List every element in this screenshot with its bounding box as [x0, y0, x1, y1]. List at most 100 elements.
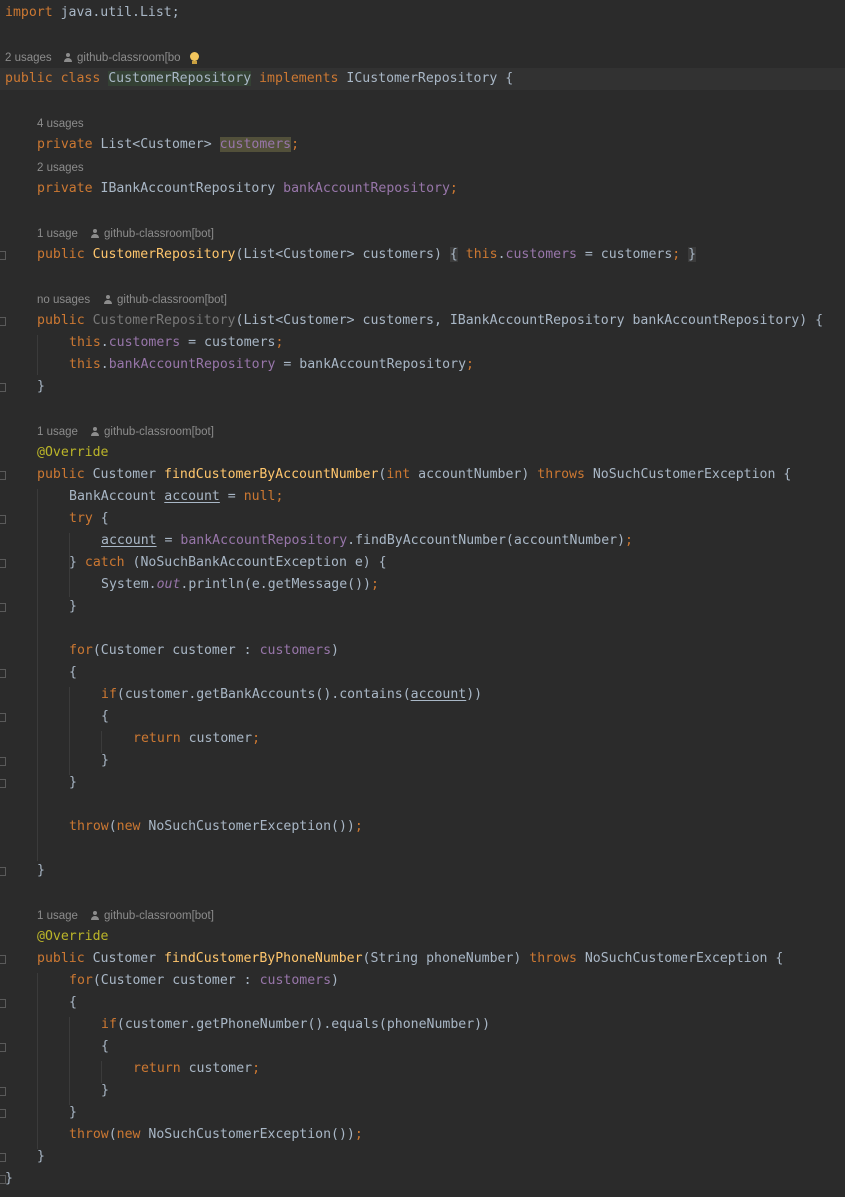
- keyword-new: new: [116, 1127, 141, 1142]
- assignment: =: [156, 533, 181, 548]
- constructor-name-unused[interactable]: CustomerRepository: [93, 313, 236, 328]
- code-line[interactable]: }: [0, 750, 845, 772]
- author-hint[interactable]: github-classroom[bot]: [117, 289, 227, 311]
- code-line[interactable]: throw(new NoSuchCustomerException());: [0, 816, 845, 838]
- code-line[interactable]: }: [0, 1168, 845, 1190]
- static-field-out: out: [156, 577, 181, 592]
- code-line[interactable]: {: [0, 992, 845, 1014]
- code-line[interactable]: this.customers = customers;: [0, 332, 845, 354]
- semicolon: ;: [252, 1061, 261, 1076]
- exception-ctor: NoSuchCustomerException()): [140, 819, 355, 834]
- code-line-import[interactable]: import java.util.List;: [0, 2, 845, 24]
- return-value: customer: [180, 1061, 253, 1076]
- code-line-constructor-2[interactable]: public CustomerRepository(List<Customer>…: [0, 310, 845, 332]
- paren: ): [331, 973, 339, 988]
- usages-hint[interactable]: 1 usage: [37, 223, 78, 245]
- class-name[interactable]: CustomerRepository: [108, 71, 252, 86]
- keyword-new: new: [116, 819, 141, 834]
- code-line[interactable]: System.out.println(e.getMessage());: [0, 574, 845, 596]
- folded-brace-open[interactable]: {: [449, 247, 458, 262]
- author-hint[interactable]: github-classroom[bot]: [104, 905, 214, 927]
- code-vision-hint[interactable]: 1 usage github-classroom[bot]: [0, 421, 214, 443]
- code-editor[interactable]: import java.util.List; 2 usages github-c…: [0, 0, 845, 1197]
- keyword-throws: throws: [529, 951, 577, 966]
- keyword-throw: throw: [69, 1127, 109, 1142]
- code-line[interactable]: for(Customer customer : customers): [0, 640, 845, 662]
- var-account[interactable]: account: [411, 687, 467, 702]
- code-vision-hint[interactable]: 1 usage github-classroom[bot]: [0, 905, 214, 927]
- code-line[interactable]: }: [0, 1146, 845, 1168]
- folded-brace-close[interactable]: }: [688, 247, 697, 262]
- method-name[interactable]: findCustomerByPhoneNumber: [164, 951, 363, 966]
- code-line[interactable]: }: [0, 1080, 845, 1102]
- code-line[interactable]: return customer;: [0, 1058, 845, 1080]
- closing-brace: }: [101, 1083, 109, 1098]
- code-line[interactable]: account = bankAccountRepository.findByAc…: [0, 530, 845, 552]
- method-name[interactable]: findCustomerByAccountNumber: [164, 467, 378, 482]
- interface-name[interactable]: ICustomerRepository {: [346, 71, 513, 86]
- code-line[interactable]: if(customer.getPhoneNumber().equals(phon…: [0, 1014, 845, 1036]
- code-line[interactable]: {: [0, 706, 845, 728]
- code-line[interactable]: {: [0, 662, 845, 684]
- code-line[interactable]: BankAccount account = null;: [0, 486, 845, 508]
- code-line[interactable]: throw(new NoSuchCustomerException());: [0, 1124, 845, 1146]
- code-line-annotation[interactable]: @Override: [0, 442, 845, 464]
- code-line[interactable]: this.bankAccountRepository = bankAccount…: [0, 354, 845, 376]
- code-line[interactable]: }: [0, 860, 845, 882]
- code-vision-hint[interactable]: 1 usage github-classroom[bot]: [0, 223, 214, 245]
- keyword-throw: throw: [69, 819, 109, 834]
- closing-brace: }: [101, 753, 109, 768]
- class-closing-brace: }: [5, 1171, 13, 1186]
- author-hint[interactable]: github-classroom[bot]: [104, 421, 214, 443]
- author-hint[interactable]: github-classroom[bo: [77, 47, 181, 69]
- code-line-constructor-1[interactable]: public CustomerRepository(List<Customer>…: [0, 244, 845, 266]
- usages-hint[interactable]: no usages: [37, 289, 90, 311]
- dot: .: [497, 247, 506, 262]
- method-call: .println(e.getMessage()): [180, 577, 371, 592]
- constructor-name[interactable]: CustomerRepository: [93, 247, 236, 262]
- semicolon: ;: [275, 489, 284, 504]
- author-hint[interactable]: github-classroom[bot]: [104, 223, 214, 245]
- code-vision-hint[interactable]: 2 usages github-classroom[bo: [0, 47, 199, 69]
- code-line[interactable]: if(customer.getBankAccounts().contains(a…: [0, 684, 845, 706]
- code-line-field-customers[interactable]: private List<Customer> customers;: [0, 134, 845, 156]
- code-line-method-find-by-phone-number[interactable]: public Customer findCustomerByPhoneNumbe…: [0, 948, 845, 970]
- code-line[interactable]: }: [0, 772, 845, 794]
- field-bank-account-repository[interactable]: bankAccountRepository: [283, 181, 450, 196]
- usages-hint[interactable]: 4 usages: [37, 113, 84, 135]
- code-vision-hint[interactable]: 4 usages: [0, 113, 84, 135]
- usages-hint[interactable]: 2 usages: [37, 157, 84, 179]
- if-condition: (customer.getBankAccounts().contains(: [116, 687, 411, 702]
- field-ref: bankAccountRepository: [108, 357, 276, 372]
- code-line[interactable]: for(Customer customer : customers): [0, 970, 845, 992]
- var-type: BankAccount: [69, 489, 165, 504]
- code-line-method-find-by-account-number[interactable]: public Customer findCustomerByAccountNum…: [0, 464, 845, 486]
- paren: (: [108, 819, 117, 834]
- field-customers[interactable]: customers: [219, 137, 292, 152]
- var-account[interactable]: account: [164, 489, 220, 504]
- semicolon: ;: [672, 247, 681, 262]
- lightbulb-icon[interactable]: [189, 52, 200, 66]
- var-account[interactable]: account: [101, 533, 157, 548]
- usages-hint[interactable]: 1 usage: [37, 905, 78, 927]
- closing-brace: }: [37, 379, 45, 394]
- code-line[interactable]: }: [0, 596, 845, 618]
- code-vision-hint[interactable]: 2 usages: [0, 157, 84, 179]
- code-line-annotation[interactable]: @Override: [0, 926, 845, 948]
- code-line[interactable]: {: [0, 1036, 845, 1058]
- code-line[interactable]: try {: [0, 508, 845, 530]
- code-line[interactable]: return customer;: [0, 728, 845, 750]
- code-vision-hint[interactable]: no usages github-classroom[bot]: [0, 289, 227, 311]
- code-line-field-bank-account-repository[interactable]: private IBankAccountRepository bankAccou…: [0, 178, 845, 200]
- usages-hint[interactable]: 1 usage: [37, 421, 78, 443]
- param-name: accountNumber): [410, 467, 538, 482]
- code-line[interactable]: } catch (NoSuchBankAccountException e) {: [0, 552, 845, 574]
- for-clause: (Customer customer :: [92, 643, 260, 658]
- field-ref: customers: [259, 973, 332, 988]
- paren: (: [108, 1127, 117, 1142]
- usages-hint[interactable]: 2 usages: [5, 47, 52, 69]
- code-line[interactable]: }: [0, 1102, 845, 1124]
- semicolon: ;: [275, 335, 284, 350]
- code-line-class-declaration[interactable]: public class CustomerRepository implemen…: [0, 68, 845, 90]
- code-line[interactable]: }: [0, 376, 845, 398]
